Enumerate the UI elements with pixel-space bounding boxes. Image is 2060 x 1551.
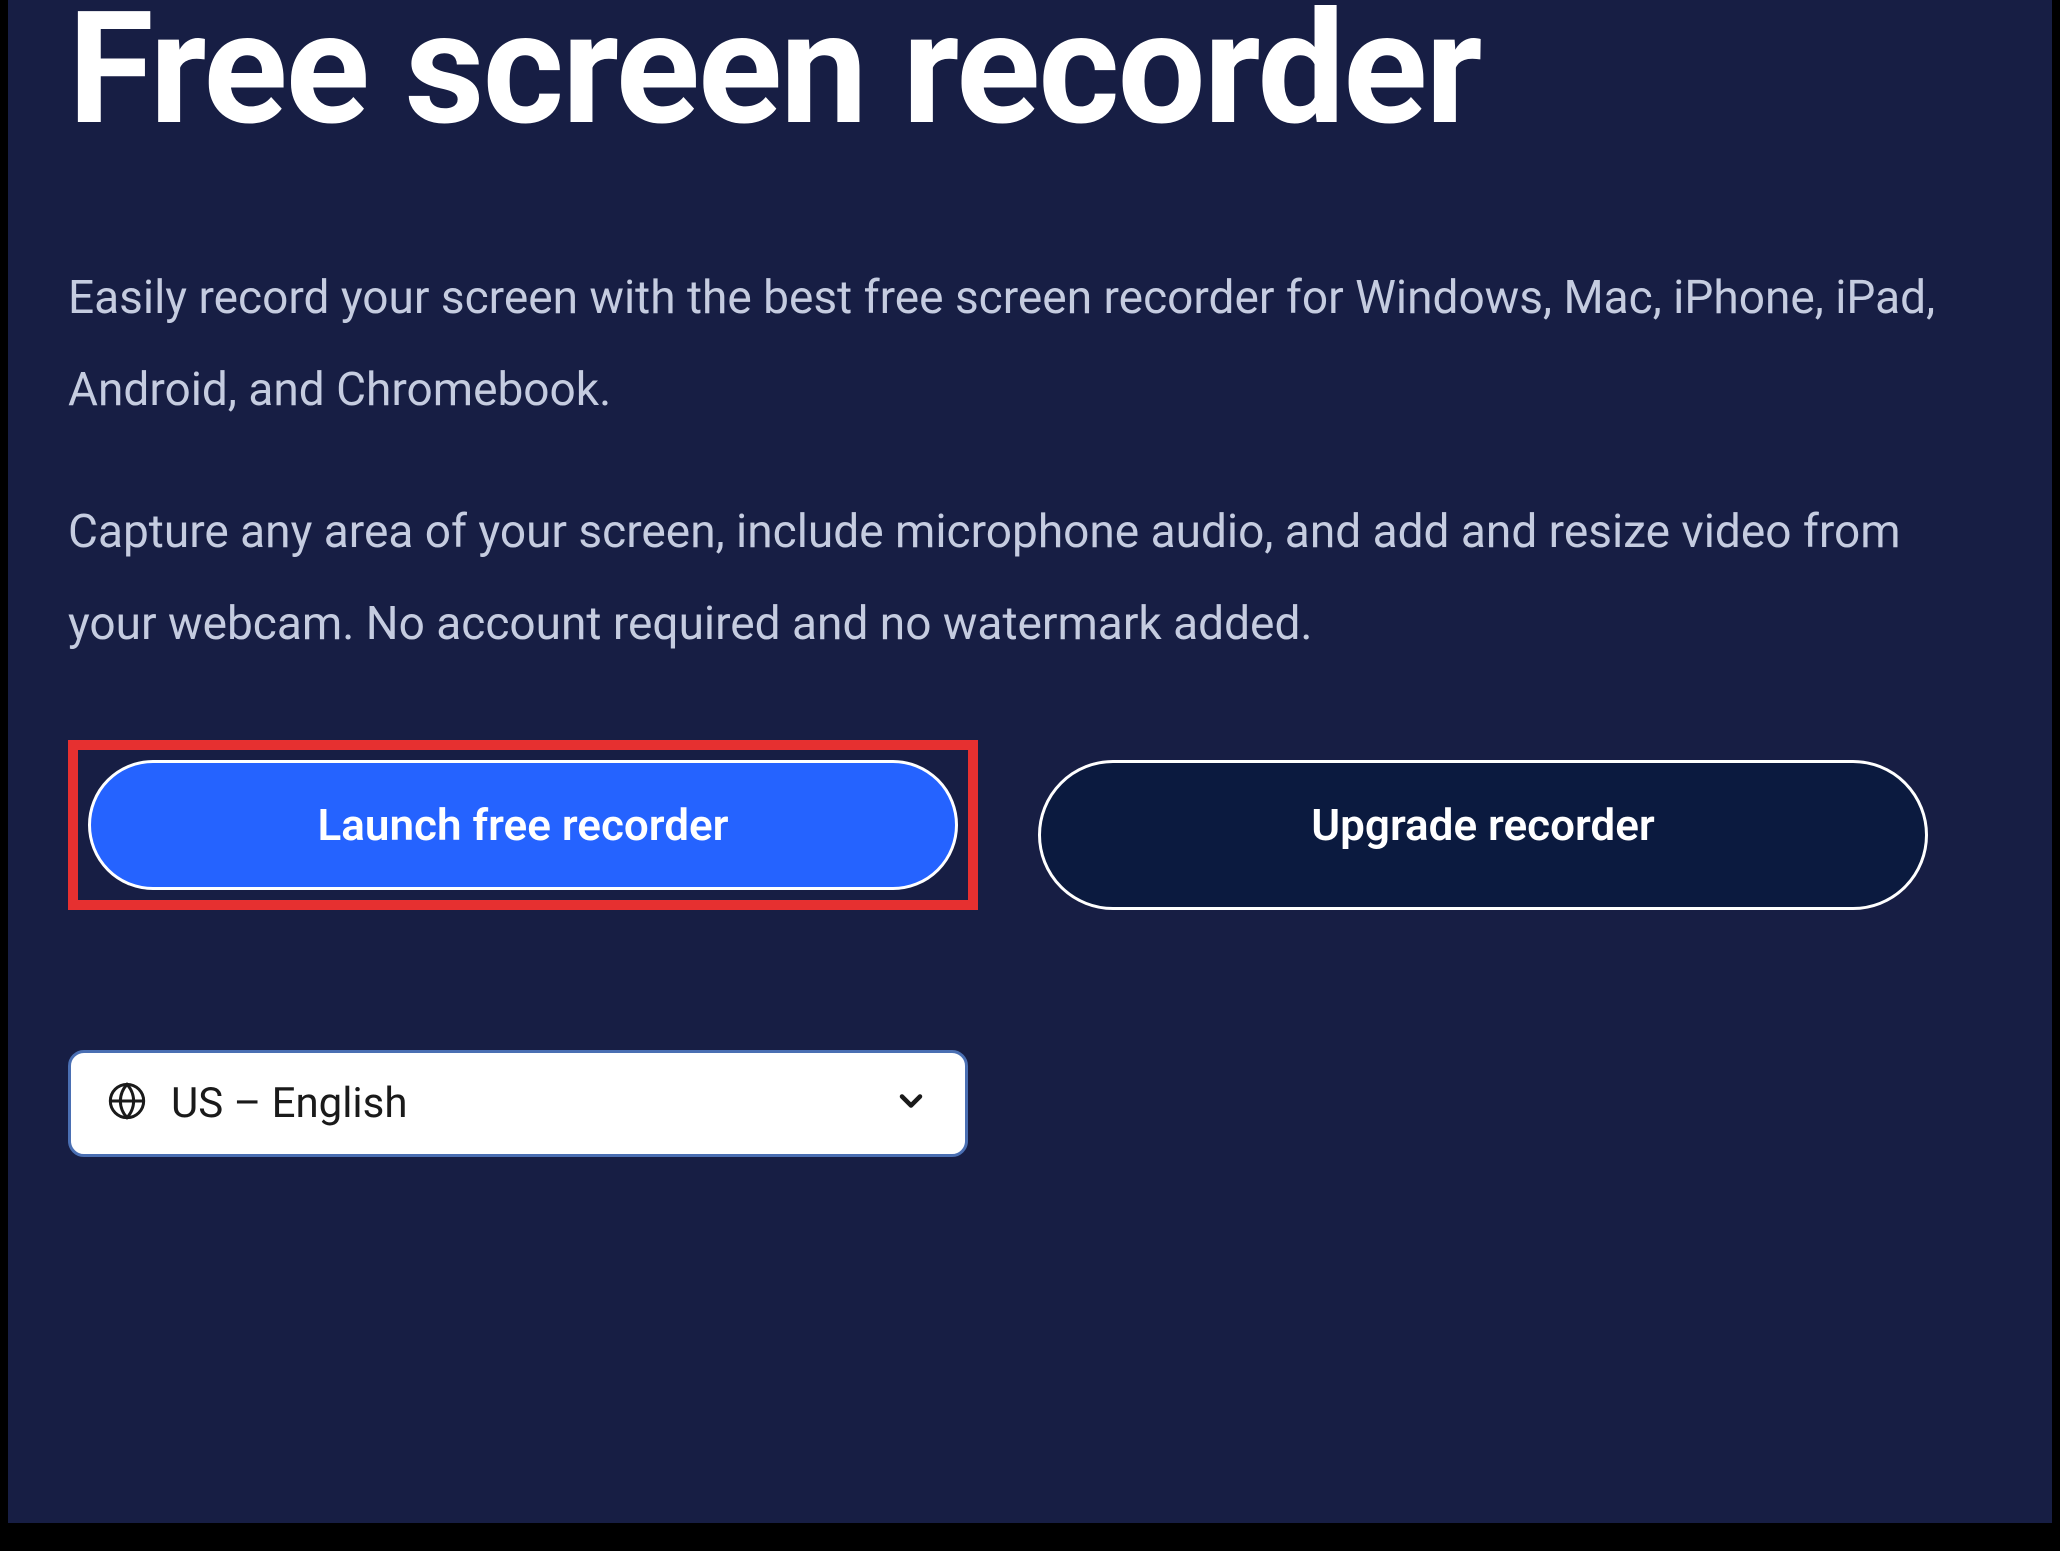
highlight-annotation: Launch free recorder: [68, 740, 978, 910]
description-paragraph-1: Easily record your screen with the best …: [68, 252, 1988, 436]
globe-icon: [107, 1081, 147, 1125]
description-paragraph-2: Capture any area of your screen, include…: [68, 486, 1988, 670]
description-block: Easily record your screen with the best …: [68, 252, 1988, 670]
hero-section: Free screen recorder Easily record your …: [8, 0, 2052, 1523]
cta-button-row: Launch free recorder Upgrade recorder: [68, 740, 1992, 910]
language-selector[interactable]: US – English: [68, 1050, 968, 1157]
language-selector-left: US – English: [107, 1079, 407, 1128]
upgrade-recorder-button[interactable]: Upgrade recorder: [1038, 760, 1928, 910]
page-title: Free screen recorder: [68, 0, 1992, 152]
chevron-down-icon: [893, 1083, 929, 1123]
launch-recorder-button[interactable]: Launch free recorder: [88, 760, 958, 890]
language-selected-label: US – English: [171, 1079, 407, 1128]
